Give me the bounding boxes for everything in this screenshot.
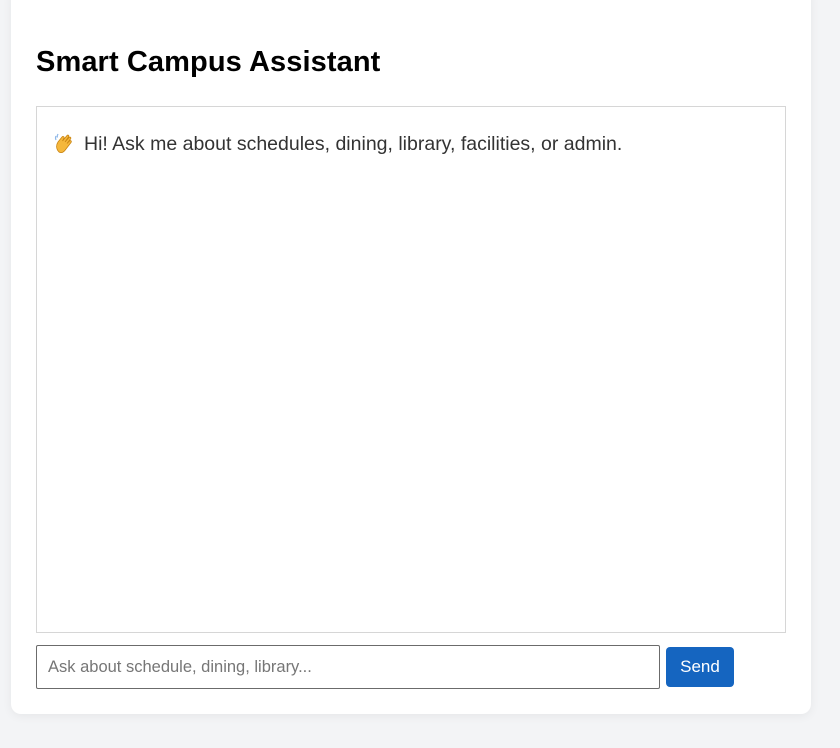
- page-title: Smart Campus Assistant: [36, 46, 381, 78]
- send-button[interactable]: Send: [666, 647, 734, 687]
- composer: Send: [36, 645, 786, 689]
- assistant-card: Smart Campus Assistant Hi! Ask me about …: [11, 0, 811, 714]
- chat-log[interactable]: Hi! Ask me about schedules, dining, libr…: [36, 106, 786, 633]
- bot-message: Hi! Ask me about schedules, dining, libr…: [53, 132, 622, 156]
- waving-hand-icon: [53, 132, 75, 154]
- bot-message-text: Hi! Ask me about schedules, dining, libr…: [84, 133, 623, 155]
- chat-input[interactable]: [36, 645, 660, 689]
